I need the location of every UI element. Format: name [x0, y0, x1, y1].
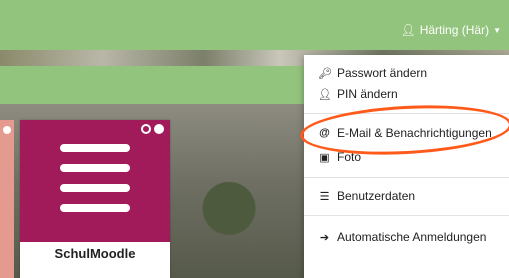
menu-item-label: Automatische Anmeldungen	[337, 230, 487, 244]
image-icon: ▣	[319, 151, 330, 164]
caret-down-icon: ▼	[493, 25, 501, 35]
help-icon[interactable]	[154, 124, 164, 134]
menu-item-email-notifications[interactable]: @ E-Mail & Benachrichtigungen	[318, 126, 492, 140]
menu-item-label: Foto	[337, 150, 362, 164]
menu-item-label: E-Mail & Benachrichtigungen	[337, 126, 492, 140]
menu-item-label: Passwort ändern	[337, 66, 428, 80]
key-icon: 🔑︎	[318, 67, 332, 80]
menu-divider	[304, 177, 509, 178]
help-icon[interactable]	[3, 126, 11, 134]
menu-divider	[304, 215, 509, 216]
at-icon: @	[319, 127, 330, 139]
user-lock-icon: 👤︎	[318, 88, 332, 101]
top-bar: 👤︎ Härting (Här) ▼	[0, 0, 509, 50]
list-icon: ☰	[319, 190, 330, 203]
menu-item-password[interactable]: 🔑︎ Passwort ändern	[318, 66, 427, 80]
menu-item-label: PIN ändern	[337, 87, 398, 101]
partial-tile[interactable]	[0, 120, 14, 278]
block-icon[interactable]	[141, 124, 151, 134]
sign-in-icon: ➔	[319, 231, 330, 244]
menu-divider	[304, 113, 509, 114]
user-dropdown-menu: 🔑︎ Passwort ändern 👤︎ PIN ändern @ E-Mai…	[304, 55, 509, 278]
app-tile-schulmoodle[interactable]: SchulMoodle	[20, 120, 170, 278]
menu-item-user-data[interactable]: ☰ Benutzerdaten	[318, 189, 416, 203]
tile-title: SchulMoodle	[54, 246, 136, 261]
user-menu-toggle[interactable]: 👤︎ Härting (Här) ▼	[400, 23, 501, 37]
menu-icon	[60, 144, 130, 224]
user-icon: 👤︎	[400, 23, 416, 37]
tile-header	[20, 120, 170, 242]
menu-item-photo[interactable]: ▣ Foto	[318, 150, 361, 164]
menu-item-pin[interactable]: 👤︎ PIN ändern	[318, 87, 398, 101]
tile-icons	[141, 124, 164, 134]
menu-item-auto-login[interactable]: ➔ Automatische Anmeldungen	[318, 230, 487, 244]
menu-item-label: Benutzerdaten	[337, 189, 416, 203]
user-name: Härting (Här)	[419, 23, 490, 37]
